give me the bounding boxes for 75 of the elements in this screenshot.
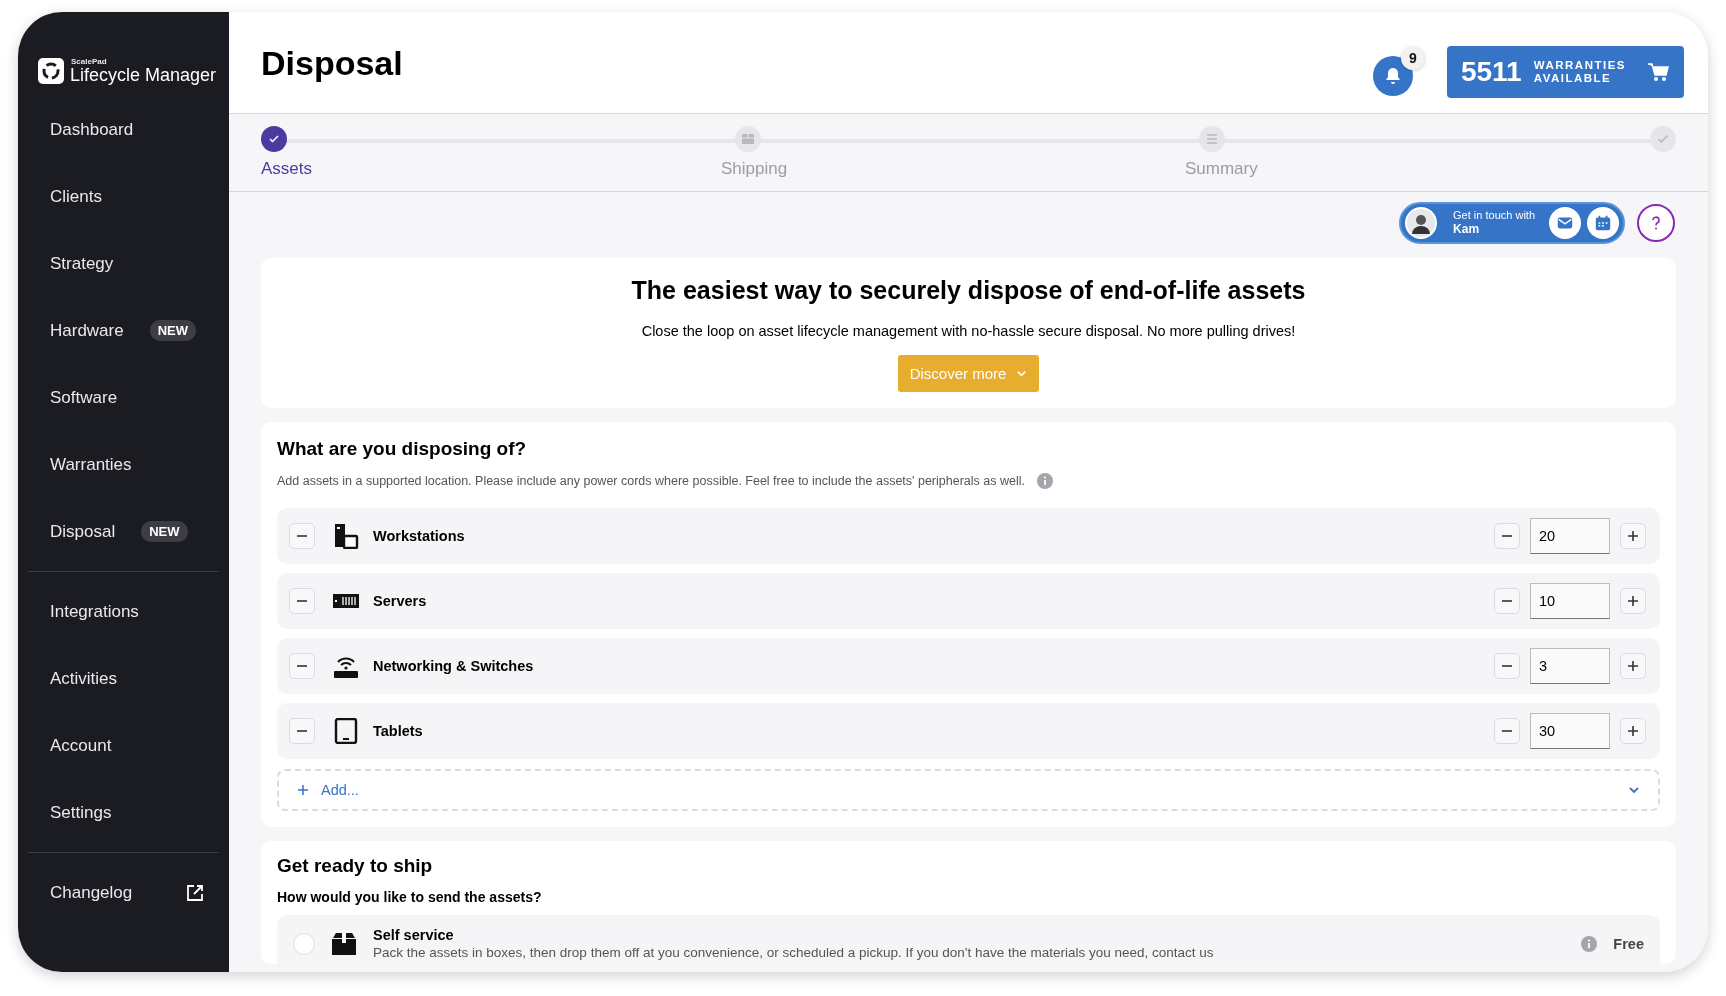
option-description: Pack the assets in boxes, then drop them off at you convenience, or scheduled a pickup. If you don't have the materials you need, contact us bbox=[373, 945, 1215, 960]
nav-item[interactable]: Clients bbox=[28, 163, 219, 230]
remove-button[interactable] bbox=[289, 588, 315, 614]
warranties-button[interactable]: 5511 WARRANTIES AVAILABLE bbox=[1446, 46, 1684, 98]
plus-icon bbox=[1627, 530, 1639, 542]
asset-label: Networking & Switches bbox=[373, 658, 534, 674]
info-icon bbox=[1036, 473, 1053, 489]
shipping-question: How would you like to send the assets? bbox=[277, 889, 543, 905]
radio-button[interactable] bbox=[293, 932, 315, 955]
shipping-option[interactable]: Self service Pack the assets in boxes, then drop them off at you convenience, or scheduled a pickup. If you don't have the materials you need, contact us Free bbox=[277, 915, 1660, 964]
section-title: Get ready to ship bbox=[277, 855, 434, 877]
plus-icon bbox=[1627, 660, 1639, 672]
decrement-button[interactable] bbox=[1494, 653, 1520, 679]
nav-item[interactable]: Warranties bbox=[28, 431, 219, 498]
step-label[interactable]: Assets bbox=[261, 159, 313, 179]
remove-button[interactable] bbox=[289, 653, 315, 679]
workstation-icon bbox=[333, 523, 359, 549]
quantity-field[interactable]: 20 bbox=[1530, 518, 1610, 554]
nav-item[interactable]: Integrations bbox=[28, 578, 219, 645]
nav-item[interactable]: Software bbox=[28, 364, 219, 431]
increment-button[interactable] bbox=[1620, 523, 1646, 549]
asset-label: Workstations bbox=[373, 528, 465, 544]
chevron-down-icon bbox=[1628, 784, 1640, 796]
asset-label: Servers bbox=[373, 593, 427, 609]
option-price: Free bbox=[1613, 935, 1644, 952]
section-title: What are you disposing of? bbox=[277, 438, 528, 460]
help-button[interactable] bbox=[1637, 204, 1675, 242]
remove-button[interactable] bbox=[289, 718, 315, 744]
add-label: Add... bbox=[321, 782, 359, 798]
calendar-icon bbox=[1594, 214, 1612, 232]
hint-text: Add assets in a supported location. Please include any power cords where possible. Feel free to include the assets' peripherals as well. bbox=[277, 474, 1025, 488]
contact-name: Kam bbox=[1453, 222, 1481, 237]
add-asset-dropdown[interactable]: Add... bbox=[277, 769, 1660, 811]
brand-company: ScalePad bbox=[71, 58, 108, 66]
plus-icon bbox=[1627, 725, 1639, 737]
plus-icon bbox=[1627, 595, 1639, 607]
page-title: Disposal bbox=[261, 46, 403, 80]
avatar-icon bbox=[1405, 207, 1438, 239]
new-badge: NEW bbox=[149, 320, 197, 341]
external-link-icon bbox=[185, 882, 205, 903]
nav-item[interactable]: Changelog bbox=[28, 859, 219, 926]
decrement-button[interactable] bbox=[1494, 718, 1520, 744]
nav-item[interactable]: Hardware NEW bbox=[28, 297, 219, 364]
remove-button[interactable] bbox=[289, 523, 315, 549]
decrement-button[interactable] bbox=[1494, 523, 1520, 549]
increment-button[interactable] bbox=[1620, 718, 1646, 744]
nav-item[interactable]: Account bbox=[28, 712, 219, 779]
nav-item[interactable]: Strategy bbox=[28, 230, 219, 297]
quantity-field[interactable]: 30 bbox=[1530, 713, 1610, 749]
decrement-button[interactable] bbox=[1494, 588, 1520, 614]
quantity-field[interactable]: 3 bbox=[1530, 648, 1610, 684]
brand-product: Lifecycle Manager bbox=[70, 66, 217, 84]
chevron-down-icon bbox=[1016, 368, 1028, 379]
new-badge: NEW bbox=[141, 521, 188, 542]
info-icon bbox=[1581, 935, 1598, 952]
calendar-button[interactable] bbox=[1587, 207, 1619, 239]
asset-label: Tablets bbox=[373, 723, 423, 739]
logo-icon bbox=[38, 58, 64, 84]
contact-prompt: Get in touch with bbox=[1453, 209, 1535, 223]
email-button[interactable] bbox=[1549, 207, 1581, 239]
cart-icon bbox=[1646, 60, 1670, 84]
increment-button[interactable] bbox=[1620, 588, 1646, 614]
box-icon bbox=[331, 931, 357, 956]
option-title: Self service bbox=[373, 927, 455, 943]
notification-count: 9 bbox=[1400, 46, 1425, 70]
plus-icon bbox=[297, 784, 309, 796]
tablet-icon bbox=[333, 718, 359, 744]
quantity-field[interactable]: 10 bbox=[1530, 583, 1610, 619]
nav-item[interactable]: Settings bbox=[28, 779, 219, 846]
hero-text: Close the loop on asset lifecycle management with no-hassle secure disposal. No more pulling drives! bbox=[641, 323, 1296, 339]
increment-button[interactable] bbox=[1620, 653, 1646, 679]
nav-item[interactable]: Disposal NEW bbox=[28, 498, 219, 565]
nav-item[interactable]: Activities bbox=[28, 645, 219, 712]
hero-title: The easiest way to securely dispose of end-of-life assets bbox=[631, 276, 1306, 305]
nav-item[interactable]: Dashboard bbox=[28, 96, 219, 163]
